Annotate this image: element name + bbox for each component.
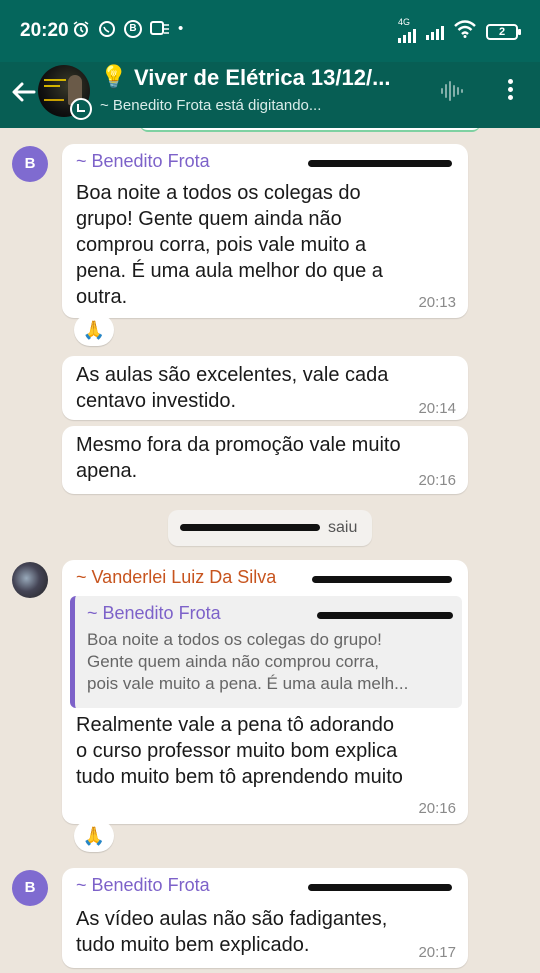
message-text: Realmente vale a pena tô adorando o curs… bbox=[76, 714, 403, 788]
redacted-phone bbox=[312, 576, 452, 583]
voice-call-icon[interactable] bbox=[440, 79, 464, 103]
redacted-phone bbox=[180, 524, 320, 531]
back-arrow-icon[interactable] bbox=[10, 78, 38, 106]
quoted-message[interactable]: ~ Benedito Frota Boa noite a todos os co… bbox=[70, 596, 462, 708]
more-options-icon[interactable] bbox=[500, 76, 520, 106]
message-time: 20:14 bbox=[418, 400, 456, 417]
wifi-icon bbox=[454, 20, 476, 43]
message-bubble[interactable]: ~ Benedito Frota As vídeo aulas não são … bbox=[62, 868, 468, 968]
message-time: 20:16 bbox=[418, 800, 456, 817]
signal-icon bbox=[426, 24, 444, 40]
sender-avatar[interactable] bbox=[12, 562, 48, 598]
signal-4g-icon: 4G bbox=[398, 17, 416, 43]
whatsapp-icon bbox=[98, 20, 116, 42]
reaction-badge[interactable]: 🙏 bbox=[74, 820, 114, 852]
redacted-phone bbox=[308, 160, 452, 167]
sender-avatar[interactable]: B bbox=[12, 146, 48, 182]
message-bubble[interactable]: Mesmo fora da promoção vale muito apena.… bbox=[62, 426, 468, 494]
system-notice-text: saiu bbox=[328, 519, 358, 536]
message-bubble[interactable]: ~ Benedito Frota Boa noite a todos os co… bbox=[62, 144, 468, 318]
group-title[interactable]: Viver de Elétrica 13/12/... bbox=[134, 65, 390, 91]
message-text: As vídeo aulas não são fadigantes, tudo … bbox=[76, 908, 388, 956]
previous-message-edge bbox=[140, 128, 480, 132]
sender-name[interactable]: ~ Vanderlei Luiz Da Silva bbox=[76, 567, 276, 588]
quoted-sender: ~ Benedito Frota bbox=[87, 603, 221, 623]
message-time: 20:17 bbox=[418, 944, 456, 961]
sender-name[interactable]: ~ Benedito Frota bbox=[76, 151, 210, 172]
message-time: 20:16 bbox=[418, 472, 456, 489]
lightbulb-icon: 💡 bbox=[100, 64, 128, 89]
quoted-text: Boa noite a todos os colegas do grupo! G… bbox=[87, 630, 409, 693]
typing-status: ~ Benedito Frota está digitando... bbox=[100, 97, 322, 114]
chat-area[interactable]: B ~ Benedito Frota Boa noite a todos os … bbox=[0, 128, 540, 973]
system-indicators: 4G 2 bbox=[398, 17, 521, 43]
community-badge-icon bbox=[70, 98, 92, 120]
redacted-phone bbox=[308, 884, 452, 891]
network-label: 4G bbox=[398, 16, 411, 27]
sender-avatar[interactable]: B bbox=[12, 870, 48, 906]
message-text: Boa noite a todos os colegas do grupo! G… bbox=[76, 182, 383, 308]
message-text: As aulas são excelentes, vale cada centa… bbox=[76, 364, 389, 412]
redacted-phone bbox=[317, 612, 453, 619]
status-dot: • bbox=[178, 20, 184, 37]
message-bubble[interactable]: ~ Vanderlei Luiz Da Silva ~ Benedito Fro… bbox=[62, 560, 468, 824]
message-text: Mesmo fora da promoção vale muito apena. bbox=[76, 434, 401, 482]
status-time: 20:20 bbox=[20, 20, 69, 41]
battery-icon: 2 bbox=[486, 23, 521, 40]
reaction-badge[interactable]: 🙏 bbox=[74, 314, 114, 346]
system-notice: saiu bbox=[168, 510, 372, 546]
status-bar: 20:20 B • 4G 2 bbox=[0, 0, 540, 62]
message-bubble[interactable]: As aulas são excelentes, vale cada centa… bbox=[62, 356, 468, 420]
chat-header: 💡 Viver de Elétrica 13/12/... ~ Benedito… bbox=[0, 62, 540, 128]
notification-icons: B • bbox=[72, 20, 183, 42]
message-time: 20:13 bbox=[418, 294, 456, 311]
sim-card-icon bbox=[150, 20, 170, 42]
sender-name[interactable]: ~ Benedito Frota bbox=[76, 875, 210, 896]
alarm-icon bbox=[72, 20, 90, 42]
b-icon: B bbox=[124, 20, 142, 38]
